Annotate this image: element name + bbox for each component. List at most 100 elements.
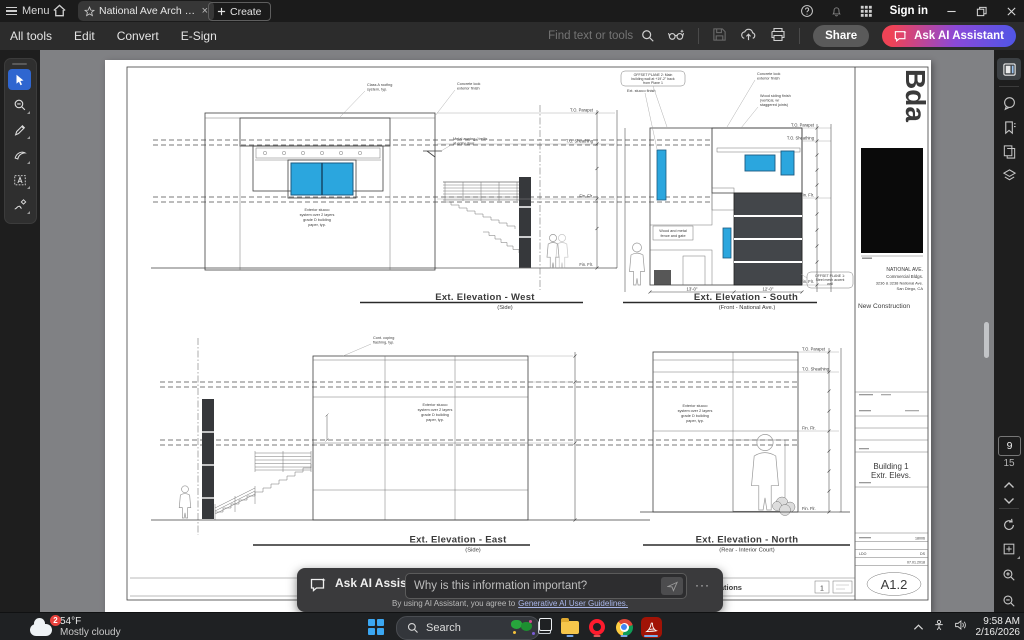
- add-text-tool-button[interactable]: [8, 169, 31, 190]
- restore-button[interactable]: [974, 4, 988, 18]
- comments-button[interactable]: [997, 92, 1021, 114]
- apps-grid-button[interactable]: [860, 4, 874, 18]
- svg-text:from Plane 1: from Plane 1: [643, 81, 663, 85]
- home-icon: [52, 3, 67, 18]
- sign-in-button[interactable]: Sign in: [890, 5, 928, 17]
- ask-ai-button[interactable]: Ask AI Assistant: [882, 25, 1016, 47]
- dropdown-corner: [1017, 556, 1020, 559]
- page-thumbnails-button[interactable]: [997, 58, 1021, 80]
- edit-tab[interactable]: Edit: [74, 29, 95, 43]
- send-button[interactable]: [661, 577, 683, 595]
- palette-drag-handle[interactable]: [12, 63, 27, 65]
- svg-text:T.O. Sheathing: T.O. Sheathing: [566, 139, 594, 144]
- rotate-page-button[interactable]: [997, 514, 1021, 536]
- highlight-tool-button[interactable]: [8, 144, 31, 165]
- tray-accessibility-button[interactable]: [933, 618, 945, 636]
- file-explorer-button[interactable]: [558, 616, 582, 638]
- svg-text:Concrete look: Concrete look: [457, 82, 481, 86]
- select-tool-button[interactable]: [8, 69, 31, 90]
- guidelines-link[interactable]: Generative AI User Guidelines.: [518, 599, 628, 608]
- svg-text:LDO: LDO: [859, 552, 867, 556]
- convert-tab[interactable]: Convert: [117, 29, 159, 43]
- divider: [999, 86, 1019, 87]
- more-options-button[interactable]: ···: [695, 578, 710, 592]
- document-tab[interactable]: National Ave Arch Dwg... ×: [78, 1, 214, 21]
- layers-button[interactable]: [997, 164, 1021, 186]
- svg-text:T.O. Parapet: T.O. Parapet: [791, 123, 815, 128]
- svg-text:at entry door: at entry door: [453, 142, 475, 146]
- notification-badge: 2: [50, 615, 61, 626]
- weather-condition: Mostly cloudy: [60, 627, 121, 638]
- active-indicator: [644, 635, 658, 638]
- svg-text:DS: DS: [920, 552, 926, 556]
- ai-prompt-input[interactable]: [406, 580, 661, 592]
- zoom-tool-button[interactable]: [8, 94, 31, 115]
- svg-text:1: 1: [820, 586, 824, 593]
- menu-button[interactable]: Menu: [6, 0, 50, 22]
- svg-text:Fin. Flr.: Fin. Flr.: [800, 279, 814, 284]
- taskbar-search[interactable]: Search: [396, 616, 540, 640]
- zoom-out-button[interactable]: [997, 590, 1021, 612]
- restore-icon: [976, 6, 987, 17]
- acrobat-button[interactable]: [639, 616, 663, 638]
- esign-tab[interactable]: E-Sign: [181, 29, 217, 43]
- opera-button[interactable]: [585, 616, 609, 638]
- ai-prompt-field[interactable]: [405, 573, 687, 599]
- fill-sign-tool-button[interactable]: [8, 194, 31, 215]
- share-button[interactable]: Share: [813, 25, 869, 47]
- chrome-button[interactable]: [612, 616, 636, 638]
- bookmarks-button[interactable]: [997, 116, 1021, 138]
- east-dimension-string: [528, 352, 577, 522]
- find-input[interactable]: [531, 29, 635, 43]
- ai-summary-button[interactable]: [668, 28, 685, 45]
- tray-volume-button[interactable]: [954, 618, 967, 636]
- svg-text:Exterior stucco: Exterior stucco: [422, 403, 447, 407]
- print-button[interactable]: [770, 27, 786, 45]
- fit-page-button[interactable]: [997, 538, 1021, 560]
- help-icon: [800, 4, 814, 18]
- attachments-button[interactable]: [997, 140, 1021, 162]
- svg-text:Commercial Bldgs.: Commercial Bldgs.: [886, 274, 923, 279]
- apps-grid-icon: [860, 5, 873, 18]
- help-button[interactable]: [800, 4, 814, 18]
- hamburger-icon: [6, 5, 17, 18]
- search-icon: [641, 29, 655, 43]
- svg-text:wall: wall: [827, 282, 833, 286]
- svg-text:Ext. Elevation - West: Ext. Elevation - West: [435, 292, 535, 303]
- pdf-page[interactable]: T.O. Parapet T.O. Sheathing Fin. Flr. Fi…: [105, 60, 931, 612]
- dropdown-corner: [27, 136, 30, 139]
- minimize-button[interactable]: [944, 4, 958, 18]
- pencil-icon: [13, 123, 27, 137]
- annotate-tool-button[interactable]: [8, 119, 31, 140]
- ai-disclaimer: By using AI Assistant, you agree toGener…: [297, 599, 723, 608]
- all-tools-tab[interactable]: All tools: [10, 29, 52, 43]
- create-button[interactable]: Create: [208, 2, 271, 21]
- close-button[interactable]: [1004, 4, 1018, 18]
- close-icon: [1006, 6, 1017, 17]
- time-label: 9:58 AM: [983, 616, 1020, 627]
- home-button[interactable]: [52, 3, 67, 21]
- find-box[interactable]: [531, 29, 655, 43]
- upload-cloud-button[interactable]: [740, 27, 757, 45]
- save-button[interactable]: [712, 27, 727, 45]
- document-canvas: T.O. Parapet T.O. Sheathing Fin. Flr. Fi…: [40, 50, 994, 612]
- taskbar-clock[interactable]: 9:58 AM 2/16/2026: [976, 616, 1021, 639]
- current-page-input[interactable]: 9: [998, 436, 1021, 456]
- north-elevation-drawing: Exterior stucco system over 2 layers gra…: [640, 347, 850, 554]
- zoom-in-button[interactable]: [997, 564, 1021, 586]
- start-button[interactable]: [368, 619, 384, 635]
- svg-text:T.O. Sheathing: T.O. Sheathing: [787, 136, 815, 141]
- notifications-button[interactable]: [830, 4, 844, 18]
- save-icon: [712, 27, 727, 42]
- tray-chevron-button[interactable]: [913, 618, 924, 636]
- svg-text:T.O. Parapet: T.O. Parapet: [802, 347, 826, 352]
- vertical-scrollbar-thumb[interactable]: [984, 322, 989, 358]
- weather-widget[interactable]: 2 54°FMostly cloudy: [30, 614, 121, 640]
- search-icon: [407, 622, 419, 634]
- svg-text:grade D building: grade D building: [303, 218, 331, 222]
- task-view-button[interactable]: [532, 616, 556, 638]
- opera-icon: [589, 619, 605, 635]
- architectural-sheet: T.O. Parapet T.O. Sheathing Fin. Flr. Fi…: [105, 60, 931, 612]
- zoom-selection-icon: [13, 98, 27, 112]
- glasses-sparkle-icon: [668, 28, 685, 42]
